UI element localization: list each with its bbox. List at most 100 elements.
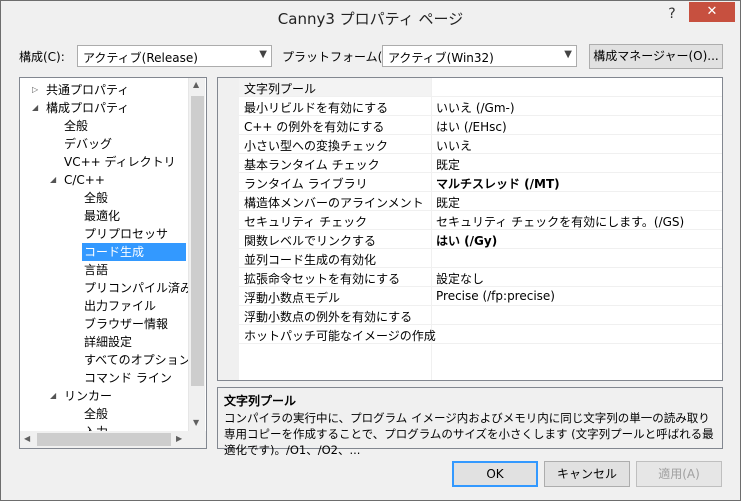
property-row[interactable]: 基本ランタイム チェック 既定 — [239, 154, 722, 173]
tree-item-label: 全般 — [84, 407, 109, 421]
property-row[interactable]: ホットパッチ可能なイメージの作成 — [239, 325, 722, 344]
property-value[interactable]: 設定なし — [436, 270, 484, 287]
property-name: 拡張命令セットを有効にする — [244, 272, 401, 286]
platform-label: プラットフォーム(P): — [282, 50, 399, 64]
tree-item[interactable]: 全般 — [20, 117, 186, 135]
tree-item[interactable]: ◢ 構成プロパティ — [20, 99, 186, 117]
property-row[interactable]: 関数レベルでリンクする はい (/Gy) — [239, 230, 722, 249]
tree-item[interactable]: 全般 — [82, 405, 186, 423]
tree-item-label: コード生成 — [84, 245, 145, 259]
tree-item-label: 出力ファイル — [84, 299, 157, 313]
property-name: 浮動小数点の例外を有効にする — [244, 310, 413, 324]
grid-gutter — [218, 78, 239, 380]
tree-item[interactable]: 全般 — [82, 189, 186, 207]
property-row[interactable]: C++ の例外を有効にする はい (/EHsc) — [239, 116, 722, 135]
property-name: 構造体メンバーのアラインメント — [244, 196, 424, 210]
tree-item[interactable]: デバッグ — [20, 135, 186, 153]
platform-dropdown[interactable]: アクティブ(Win32) ▼ — [382, 45, 577, 67]
property-row[interactable]: 小さい型への変換チェック いいえ — [239, 135, 722, 154]
scroll-right-icon[interactable]: ▶ — [176, 434, 182, 443]
properties-dialog: Canny3 プロパティ ページ ? ✕ 構成(C): アクティブ(Releas… — [0, 0, 741, 501]
tree-item[interactable]: 最適化 — [82, 207, 186, 225]
property-value[interactable]: マルチスレッド (/MT) — [436, 175, 560, 192]
property-value[interactable]: 既定 — [436, 156, 460, 173]
property-tree[interactable]: ▷ 共通プロパティ ◢ 構成プロパティ 全般 デバッグ VC++ ディレクトリ ◢ C/C++ 全… — [19, 77, 207, 449]
tree-item[interactable]: プリプロセッサ — [82, 225, 186, 243]
collapse-icon[interactable]: ◢ — [32, 99, 38, 117]
property-value[interactable]: いいえ (/Gm-) — [436, 99, 515, 116]
tree-item[interactable]: VC++ ディレクトリ — [20, 153, 186, 171]
property-name: ランタイム ライブラリ — [244, 177, 368, 191]
tree-item[interactable]: ブラウザー情報 — [82, 315, 186, 333]
tree-item[interactable]: 出力ファイル — [82, 297, 186, 315]
configuration-dropdown[interactable]: アクティブ(Release) ▼ — [77, 45, 272, 67]
property-row[interactable]: 最小リビルドを有効にする いいえ (/Gm-) — [239, 97, 722, 116]
scroll-down-icon[interactable]: ▼ — [193, 418, 199, 427]
property-value[interactable]: 既定 — [436, 194, 460, 211]
tree-item[interactable]: コマンド ライン — [82, 369, 186, 387]
tree-item-label: C/C++ — [64, 173, 105, 187]
title-bar[interactable]: Canny3 プロパティ ページ ? ✕ — [1, 1, 740, 33]
property-name: ホットパッチ可能なイメージの作成 — [244, 329, 436, 343]
tree-item-label: 言語 — [84, 263, 109, 277]
property-row[interactable]: 浮動小数点の例外を有効にする — [239, 306, 722, 325]
property-value[interactable]: はい (/Gy) — [436, 232, 497, 249]
ok-button[interactable]: OK — [452, 461, 538, 487]
property-row[interactable]: ランタイム ライブラリ マルチスレッド (/MT) — [239, 173, 722, 192]
help-button[interactable]: ? — [660, 3, 684, 25]
tree-item-label: コマンド ライン — [84, 371, 172, 385]
tree-item[interactable]: すべてのオプション — [82, 351, 191, 369]
tree-item-label: デバッグ — [64, 137, 113, 151]
description-text: コンパイラの実行中に、プログラム イメージ内およびメモリ内に同じ文字列の単一の読… — [224, 411, 714, 457]
tree-item[interactable]: 詳細設定 — [82, 333, 186, 351]
tree-horizontal-scrollbar[interactable]: ◀ ▶ — [20, 431, 206, 448]
close-button[interactable]: ✕ — [689, 2, 735, 22]
tree-item-label: 構成プロパティ — [46, 101, 130, 115]
scroll-left-icon[interactable]: ◀ — [24, 434, 30, 443]
description-panel: 文字列プール コンパイラの実行中に、プログラム イメージ内およびメモリ内に同じ文… — [217, 387, 723, 457]
tree-item[interactable]: プリコンパイル済みヘッ — [82, 279, 206, 297]
scroll-thumb[interactable] — [37, 433, 171, 446]
property-name: C++ の例外を有効にする — [244, 120, 385, 134]
property-row[interactable]: セキュリティ チェック セキュリティ チェックを有効にします。(/GS) — [239, 211, 722, 230]
property-row[interactable]: 浮動小数点モデル Precise (/fp:precise) — [239, 287, 722, 306]
tree-item[interactable]: ▷ 共通プロパティ — [20, 81, 186, 99]
scroll-thumb[interactable] — [191, 96, 204, 386]
property-value[interactable]: セキュリティ チェックを有効にします。(/GS) — [436, 213, 684, 230]
tree-vertical-scrollbar[interactable]: ▲ ▼ — [188, 78, 205, 431]
tree-item-label: 全般 — [84, 191, 109, 205]
property-name: 小さい型への変換チェック — [244, 139, 389, 153]
tree-item-label: 全般 — [64, 119, 89, 133]
tree-item-label: ブラウザー情報 — [84, 317, 169, 331]
platform-value: アクティブ(Win32) — [388, 51, 494, 65]
property-row[interactable]: 拡張命令セットを有効にする 設定なし — [239, 268, 722, 287]
configuration-manager-button[interactable]: 構成マネージャー(O)... — [589, 44, 723, 69]
property-value[interactable]: いいえ — [436, 137, 472, 154]
tree-item[interactable]: ◢ C/C++ — [20, 171, 186, 189]
property-name: 文字列プール — [244, 82, 317, 96]
expand-icon[interactable]: ▷ — [32, 81, 38, 99]
property-name: 基本ランタイム チェック — [244, 158, 380, 172]
property-name: 最小リビルドを有効にする — [244, 101, 389, 115]
collapse-icon[interactable]: ◢ — [50, 387, 56, 405]
chevron-down-icon: ▼ — [259, 49, 267, 60]
tree-item[interactable]: ◢ リンカー — [20, 387, 186, 405]
apply-button[interactable]: 適用(A) — [636, 461, 722, 487]
chevron-down-icon: ▼ — [564, 49, 572, 60]
scrollbar-corner — [189, 431, 206, 448]
property-value[interactable]: はい (/EHsc) — [436, 118, 507, 135]
tree-item[interactable]: コード生成 — [82, 243, 186, 261]
configuration-value: アクティブ(Release) — [83, 51, 198, 65]
property-row[interactable]: 構造体メンバーのアラインメント 既定 — [239, 192, 722, 211]
tree-item-label: 共通プロパティ — [46, 83, 130, 97]
collapse-icon[interactable]: ◢ — [50, 171, 56, 189]
property-grid[interactable]: 文字列プール 最小リビルドを有効にする いいえ (/Gm-) C++ の例外を有効にす… — [217, 77, 723, 381]
cancel-button[interactable]: キャンセル — [544, 461, 630, 487]
property-value[interactable]: Precise (/fp:precise) — [436, 289, 555, 303]
property-row[interactable]: 並列コード生成の有効化 — [239, 249, 722, 268]
scroll-up-icon[interactable]: ▲ — [193, 80, 199, 89]
property-name: 並列コード生成の有効化 — [244, 253, 377, 267]
tree-item-label: すべてのオプション — [84, 353, 191, 367]
tree-item[interactable]: 言語 — [82, 261, 186, 279]
property-row[interactable]: 文字列プール — [239, 78, 722, 97]
